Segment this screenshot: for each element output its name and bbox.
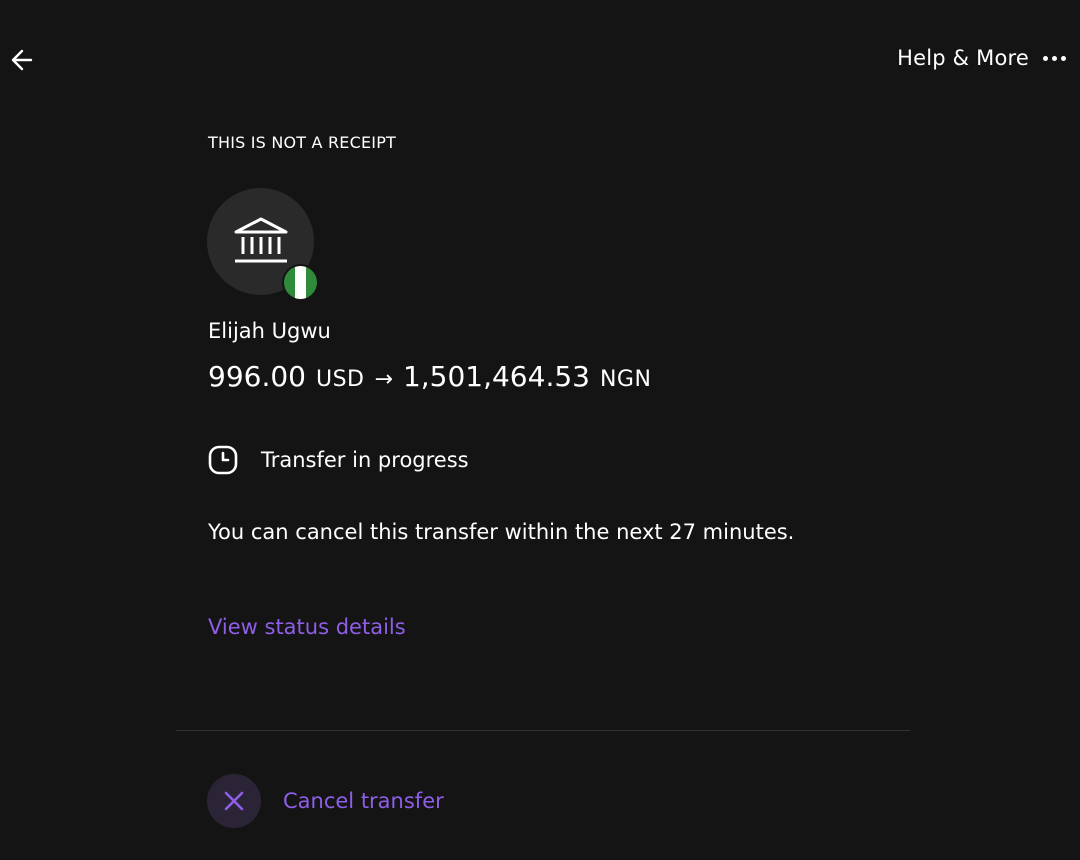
not-receipt-notice: THIS IS NOT A RECEIPT — [208, 133, 397, 152]
more-horizontal-icon — [1043, 55, 1066, 61]
send-currency: USD — [315, 367, 365, 392]
arrow-right-icon: → — [374, 367, 393, 392]
help-more-label: Help & More — [897, 46, 1029, 70]
cancel-transfer-button[interactable]: Cancel transfer — [207, 774, 444, 828]
bank-icon — [234, 217, 287, 262]
close-icon — [224, 791, 244, 811]
back-button[interactable] — [6, 44, 38, 76]
transfer-detail-page: Help & More THIS IS NOT A RECEIPT Elijah… — [0, 0, 1080, 860]
cancel-icon-circle — [207, 774, 261, 828]
help-and-more-button[interactable]: Help & More — [897, 46, 1066, 70]
nigeria-flag-icon — [282, 264, 319, 301]
receive-currency: NGN — [599, 367, 652, 392]
cancel-window-notice: You can cancel this transfer within the … — [208, 520, 795, 544]
clock-icon — [207, 444, 239, 476]
transfer-status: Transfer in progress — [207, 444, 469, 476]
send-amount: 996.00 — [208, 360, 306, 393]
recipient-name: Elijah Ugwu — [208, 319, 331, 343]
view-status-details-link[interactable]: View status details — [208, 615, 406, 639]
cancel-transfer-label: Cancel transfer — [283, 789, 444, 813]
amount-line: 996.00 USD → 1,501,464.53 NGN — [208, 360, 651, 393]
divider — [176, 730, 910, 731]
receive-amount: 1,501,464.53 — [402, 360, 590, 393]
arrow-left-icon — [11, 49, 33, 71]
status-text: Transfer in progress — [261, 448, 469, 472]
